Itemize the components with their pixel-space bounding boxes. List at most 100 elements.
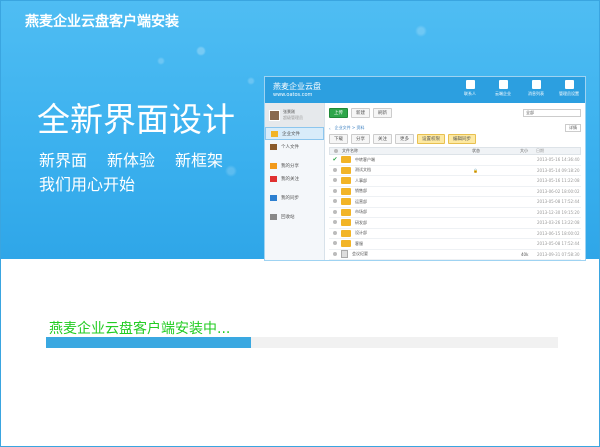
sidebar-icon [270,162,277,169]
header-item: 联系人 [458,80,482,97]
sidebar-item-label: 我的关注 [281,176,299,182]
folder-icon [341,166,351,174]
sidebar-item-label: 回收站 [281,214,295,220]
banner: 燕麦企业云盘客户端安装 全新界面设计 新界面 新体验 新框架 我们用心开始 燕麦… [1,1,599,261]
header-item-label: 消息列表 [528,91,544,96]
sidebar-item: 回收站 [265,210,324,223]
table-row: 市场部 2013-12-30 19:15:20 [329,208,581,218]
row-name: 中转客户端 [341,156,473,164]
row-checkbox [329,188,341,194]
sidebar-icon [271,130,278,137]
sidebar-icon [270,143,277,150]
action-button: 下载 [329,134,348,144]
table-row: 设计部 2013-06-15 18:00:02 [329,229,581,239]
row-name: 客服 [341,240,473,248]
action-button: 关注 [373,134,392,144]
header-item-label: 云端企业 [495,91,511,96]
window-title: 燕麦企业云盘客户端安装 [25,14,179,30]
header-item: 消息列表 [524,80,548,97]
row-checkbox [329,209,341,215]
file-name: 测试文档 [355,167,371,173]
row-name: 测试文档 [341,166,473,174]
file-name: 客服 [355,240,363,246]
feature-2: 新体验 [107,151,156,170]
logo-url: www.oatos.com [273,92,313,98]
header-item: 管理员设置 [557,80,581,97]
sidebar-item-label: 个人文件 [281,144,299,150]
action-button: 分享 [351,134,370,144]
install-progress-bar [46,337,558,348]
file-icon [341,250,348,259]
folder-icon [341,240,351,248]
file-name: 人事部 [355,177,367,183]
preview-header: 燕麦企业云盘 www.oatos.com 联系人 云端企业 消息列表 管理员设置 [265,77,585,103]
row-date: 2013-12-30 19:15:20 [537,209,580,215]
row-checkbox [329,178,341,183]
table-row: 销售部 2013-06-02 18:00:02 [329,187,581,197]
file-name: 研发部 [355,219,367,225]
row-checkbox [329,199,341,204]
row-checkbox [329,167,341,173]
table-row: ✔ 中转客户端 2013-05-16 14:36:40 [329,155,581,166]
progress-fill [46,337,251,348]
row-name: 设计部 [341,229,473,237]
row-date: 2013-06-15 18:00:02 [537,230,580,236]
header-item-label: 联系人 [464,91,476,96]
contacts-icon [465,80,475,89]
row-name: 人事部 [341,177,473,185]
folder-icon [341,156,351,164]
install-status: 燕麦企业云盘客户端安装中... [49,321,231,337]
sidebar-item: 个人文件 [265,140,324,153]
sidebar-item: 我的关注 [265,172,324,185]
sidebar-item: 我的同步 [265,191,324,204]
row-name: 市场部 [341,208,473,216]
header-item: 云端企业 [491,80,515,97]
sidebar-icon [270,175,277,182]
folder-icon [341,219,351,227]
sidebar-item: 企业文件 [265,127,324,140]
table-row: 研发部 2013-03-26 13:22:08 [329,218,581,229]
tagline: 我们用心开始 [39,175,136,194]
col-name: 文件名称 [342,148,358,153]
preview-sidebar: 张景刚 超级管理员 企业文件个人文件我的分享我的关注我的同步回收站 [265,103,325,260]
new-button: 新建 [351,108,370,118]
installer-window: 燕麦企业云盘客户端安装 全新界面设计 新界面 新体验 新框架 我们用心开始 燕麦… [0,0,600,447]
breadcrumb: 企业文件 > 资料 [334,125,365,130]
file-name: 会议纪要 [352,251,368,257]
folder-icon [341,177,351,185]
preview-logo: 燕麦企业云盘 www.oatos.com [273,81,321,98]
header-item-label: 管理员设置 [559,91,579,96]
action-button: 设置权限 [417,134,445,144]
col-date: 日期 [536,148,544,153]
file-name: 运营部 [355,198,367,204]
row-date: 2013-05-16 11:22:08 [537,178,580,184]
avatar [269,109,280,121]
user-card: 张景刚 超级管理员 [265,103,324,127]
search-input: 全部 [523,109,581,117]
file-name: 市场部 [355,209,367,215]
sidebar-item-label: 我的分享 [281,163,299,169]
gear-icon [564,80,574,89]
upload-button: 上传 [329,108,348,118]
table-row: 客服 2013-05-08 17:52:44 [329,239,581,250]
row-checkbox: ✔ [332,156,338,164]
feature-3: 新框架 [175,151,224,170]
user-subtitle: 超级管理员 [283,115,303,120]
table-row: 测试文档 🔒 2013-05-14 09:18:20 [329,166,581,176]
row-checkbox [329,241,341,246]
sidebar-item-label: 企业文件 [282,131,300,137]
sidebar-icon [270,194,277,201]
folder-icon [341,208,351,216]
row-size: 40k [521,251,529,257]
message-icon [531,80,541,89]
row-date: 2013-05-08 17:52:44 [537,241,580,247]
headline: 全新界面设计 [37,100,235,139]
table-row: 人事部 2013-05-16 11:22:08 [329,176,581,187]
refresh-button: 刷新 [373,108,392,118]
folder-icon [341,229,351,237]
row-checkbox [329,230,341,236]
table-row: 运营部 2013-05-08 17:52:44 [329,197,581,208]
col-status: 状态 [472,148,480,153]
col-size: 大小 [520,148,528,153]
action-button: 编辑同步 [448,134,476,144]
